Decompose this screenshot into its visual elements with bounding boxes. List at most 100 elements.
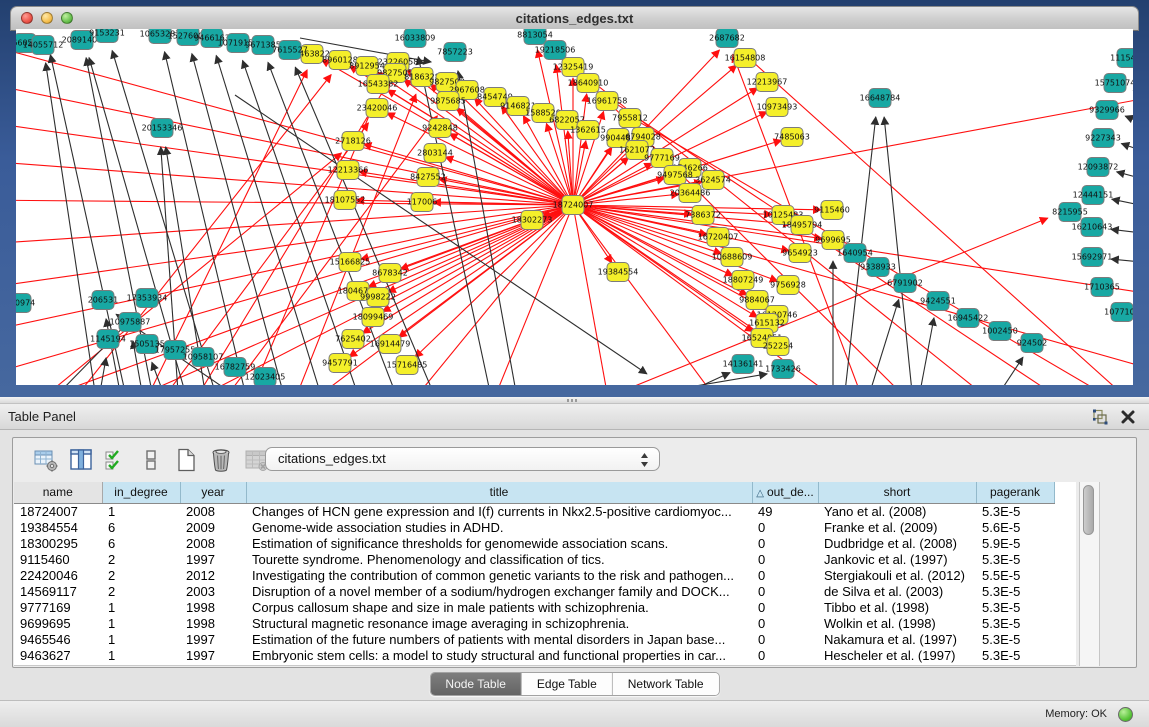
table-scrollbar-thumb[interactable] xyxy=(1083,485,1094,535)
table-row[interactable]: 1938455462009Genome-wide association stu… xyxy=(14,519,1054,535)
graph-edge[interactable] xyxy=(16,200,573,205)
graph-node-label: 14055712 xyxy=(23,41,64,50)
table-cell: Genome-wide association studies in ADHD. xyxy=(246,519,752,535)
graph-edge[interactable] xyxy=(573,205,1133,380)
graph-node-label: 12093872 xyxy=(1078,163,1119,172)
tab-node-table[interactable]: Node Table xyxy=(430,673,522,695)
graph-node-label: 18107552 xyxy=(325,196,366,205)
table-row[interactable]: 969969511998Structural magnetic resonanc… xyxy=(14,615,1054,631)
table-cell: Yano et al. (2008) xyxy=(818,503,976,519)
delete-selected-icon[interactable] xyxy=(206,445,236,475)
column-header-out_de[interactable]: △out_de... xyxy=(752,482,818,503)
graph-node-label: 18724007 xyxy=(553,201,594,210)
table-cell: Estimation of significance thresholds fo… xyxy=(246,535,752,551)
table-cell: 1998 xyxy=(180,615,246,631)
memory-status-indicator-icon[interactable] xyxy=(1118,707,1133,722)
table-row[interactable]: 977716911998Corpus callosum shape and si… xyxy=(14,599,1054,615)
window-title: citations_edges.txt xyxy=(11,7,1138,30)
table-cell: 6 xyxy=(102,519,180,535)
graph-node-label: 1710365 xyxy=(1084,283,1120,292)
table-cell: Structural magnetic resonance image aver… xyxy=(246,615,752,631)
graph-edge[interactable] xyxy=(920,318,934,385)
graph-node-label: 9329966 xyxy=(1089,106,1125,115)
table-cell: 2008 xyxy=(180,503,246,519)
split-pane-divider[interactable] xyxy=(0,397,1149,404)
table-cell: 2009 xyxy=(180,519,246,535)
graph-edge[interactable] xyxy=(152,362,163,385)
table-row[interactable]: 1830029562008Estimation of significance … xyxy=(14,535,1054,551)
graph-edge[interactable] xyxy=(100,358,106,385)
row-selection-icon[interactable] xyxy=(136,445,166,475)
table-row[interactable]: 2242004622012Investigating the contribut… xyxy=(14,567,1054,583)
column-header-short[interactable]: short xyxy=(818,482,976,503)
new-document-icon[interactable] xyxy=(171,445,201,475)
graph-node-label: 18807249 xyxy=(723,276,764,285)
network-window-frame: citations_edges.txt 74638228960128891295… xyxy=(0,0,1149,397)
node-table-container: f(x) citations_edges.txt xyxy=(12,437,1137,668)
graph-edge[interactable] xyxy=(1125,116,1133,122)
column-header-in_degree[interactable]: in_degree xyxy=(102,482,180,503)
table-cell: 9777169 xyxy=(14,599,102,615)
graph-edge[interactable] xyxy=(16,205,573,335)
table-row[interactable]: 946554611997Estimation of the future num… xyxy=(14,631,1054,647)
table-tabs: Node TableEdge TableNetwork Table xyxy=(429,672,719,696)
table-row[interactable]: 1456911722003Disruption of a novel membe… xyxy=(14,583,1054,599)
table-cell: 2 xyxy=(102,567,180,583)
table-cell: Changes of HCN gene expression and I(f) … xyxy=(246,503,752,519)
table-cell: Nakamura et al. (1997) xyxy=(818,631,976,647)
table-panel-body: f(x) citations_edges.txt xyxy=(0,430,1149,700)
table-scrollbar[interactable] xyxy=(1079,482,1100,666)
table-row[interactable]: 1872400712008Changes of HCN gene express… xyxy=(14,503,1054,519)
graph-edge[interactable] xyxy=(1111,229,1133,233)
table-source-select[interactable]: citations_edges.txt xyxy=(265,447,660,471)
network-canvas[interactable]: 7463822896012889129542322605898275051654… xyxy=(16,29,1133,385)
graph-node-label: 8813054 xyxy=(517,31,553,40)
graph-node-label: 17353934 xyxy=(127,294,168,303)
graph-edge[interactable] xyxy=(1112,199,1133,205)
graph-edge[interactable] xyxy=(445,157,573,205)
table-row[interactable]: 946362711997Embryonic stem cells: a mode… xyxy=(14,647,1054,663)
column-header-title[interactable]: title xyxy=(246,482,752,503)
table-row[interactable]: 911546021997Tourette syndrome. Phenomeno… xyxy=(14,551,1054,567)
graph-edge[interactable] xyxy=(660,374,767,385)
column-header-pagerank[interactable]: pagerank xyxy=(976,482,1054,503)
table-options-icon[interactable] xyxy=(31,445,61,475)
close-panel-icon[interactable] xyxy=(1119,408,1137,426)
graph-node-label: 16543382 xyxy=(358,80,399,89)
table-cell: 0 xyxy=(752,615,818,631)
select-all-icon[interactable] xyxy=(101,445,131,475)
float-panel-icon[interactable] xyxy=(1091,408,1109,426)
table-cell: 9699695 xyxy=(14,615,102,631)
graph-node-label: 1640954 xyxy=(837,249,873,258)
graph-node-label: 8215955 xyxy=(1052,208,1088,217)
graph-edge[interactable] xyxy=(192,54,283,385)
graph-node-label: 9654923 xyxy=(782,249,818,258)
graph-edge[interactable] xyxy=(884,117,912,385)
graph-node-label: 23420046 xyxy=(357,104,398,113)
table-cell: 6 xyxy=(102,535,180,551)
tab-network-table[interactable]: Network Table xyxy=(613,673,719,695)
graph-edge[interactable] xyxy=(1117,172,1133,178)
select-arrows-icon xyxy=(640,452,649,475)
table-cell: 9463627 xyxy=(14,647,102,663)
graph-node-label: 15716485 xyxy=(387,361,428,370)
show-columns-icon[interactable] xyxy=(66,445,96,475)
node-table-body: 1872400712008Changes of HCN gene express… xyxy=(14,503,1054,663)
graph-node-label: 18099469 xyxy=(353,313,394,322)
table-header-row: namein_degreeyeartitle△out_de...shortpag… xyxy=(14,482,1054,503)
table-cell: 2008 xyxy=(180,535,246,551)
column-header-name[interactable]: name xyxy=(14,482,102,503)
table-cell: 0 xyxy=(752,631,818,647)
graph-edge[interactable] xyxy=(870,300,899,385)
table-cell: 5.3E-5 xyxy=(976,615,1054,631)
column-header-year[interactable]: year xyxy=(180,482,246,503)
table-cell: Dudbridge et al. (2008) xyxy=(818,535,976,551)
tab-edge-table[interactable]: Edge Table xyxy=(522,673,613,695)
graph-edge[interactable] xyxy=(1121,144,1133,150)
graph-node-label: 12325419 xyxy=(553,63,594,72)
graph-edge[interactable] xyxy=(573,90,1133,205)
graph-node-label: 7485063 xyxy=(774,133,810,142)
network-window-titlebar[interactable]: citations_edges.txt xyxy=(10,6,1139,31)
graph-edge[interactable] xyxy=(1111,259,1133,262)
graph-node-label: 16210643 xyxy=(1072,223,1113,232)
